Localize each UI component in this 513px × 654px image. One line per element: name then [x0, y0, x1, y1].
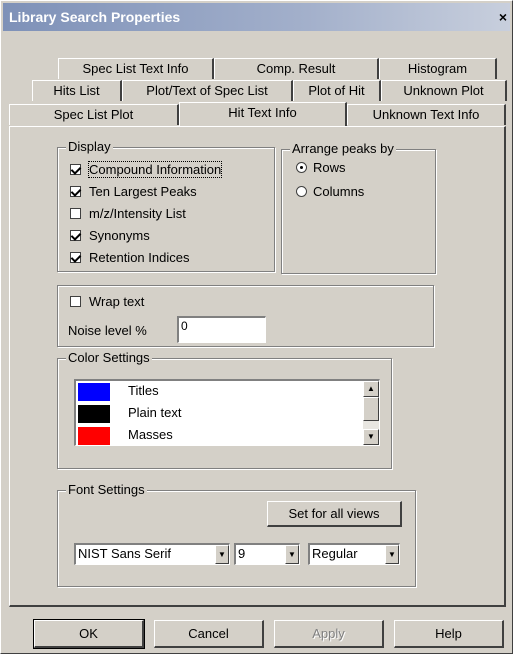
synonyms-checkbox[interactable]: Synonyms — [70, 228, 150, 246]
color-list-item-masses[interactable]: Masses — [76, 425, 379, 447]
font-style-value: Regular — [312, 546, 358, 561]
mz-intensity-list-checkbox[interactable]: m/z/Intensity List — [70, 206, 186, 224]
title-bar[interactable]: Library Search Properties × — [3, 3, 510, 31]
tab-unknown-text-info[interactable]: Unknown Text Info — [347, 104, 506, 125]
window-title: Library Search Properties — [9, 9, 181, 25]
tab-row-1: Spec List Text Info Comp. Result Histogr… — [1, 58, 513, 79]
chevron-down-icon[interactable]: ▼ — [215, 545, 229, 564]
tab-unknown-plot[interactable]: Unknown Plot — [381, 80, 507, 101]
tab-histogram[interactable]: Histogram — [379, 58, 497, 79]
color-item-label: Masses — [128, 427, 173, 442]
color-item-label: Plain text — [128, 405, 182, 420]
scroll-down-icon[interactable]: ▼ — [363, 429, 379, 445]
radio-label: Rows — [313, 160, 346, 175]
tab-plot-text-of-spec-list[interactable]: Plot/Text of Spec List — [122, 80, 293, 101]
checkbox-box[interactable] — [70, 230, 81, 241]
color-list-scrollbar[interactable]: ▲ ▼ — [363, 381, 379, 445]
set-for-all-views-button[interactable]: Set for all views — [267, 501, 402, 527]
tab-row-3: Spec List Plot Hit Text Info Unknown Tex… — [1, 102, 513, 126]
color-settings-group-label: Color Settings — [66, 350, 152, 365]
radio-circle[interactable] — [296, 186, 307, 197]
radio-label: Columns — [313, 184, 365, 199]
color-swatch — [78, 405, 110, 423]
tab-comp-result[interactable]: Comp. Result — [214, 58, 379, 79]
text-options-group: Wrap text Noise level % 0 — [57, 285, 434, 347]
color-swatch — [78, 427, 110, 445]
tab-hits-list[interactable]: Hits List — [32, 80, 122, 101]
chevron-down-icon[interactable]: ▼ — [285, 545, 299, 564]
font-size-select[interactable]: 9 ▼ — [234, 543, 300, 565]
wrap-text-checkbox[interactable]: Wrap text — [70, 294, 144, 312]
checkbox-label: Retention Indices — [89, 250, 190, 265]
checkbox-box[interactable] — [70, 186, 81, 197]
apply-button[interactable]: Apply — [274, 620, 384, 648]
button-label: OK — [79, 626, 98, 641]
help-button[interactable]: Help — [394, 620, 504, 648]
retention-indices-checkbox[interactable]: Retention Indices — [70, 250, 189, 268]
checkbox-label: Wrap text — [89, 294, 145, 309]
checkbox-label: Compound Information — [87, 161, 223, 178]
tab-hit-text-info[interactable]: Hit Text Info — [179, 102, 347, 126]
checkbox-box[interactable] — [70, 208, 81, 219]
font-settings-group: Font Settings Set for all views NIST San… — [57, 482, 416, 587]
font-name-select[interactable]: NIST Sans Serif ▼ — [74, 543, 230, 565]
scroll-up-icon[interactable]: ▲ — [363, 381, 379, 397]
rows-radio[interactable]: Rows — [296, 160, 346, 178]
font-name-value: NIST Sans Serif — [78, 546, 171, 561]
button-label: Cancel — [188, 626, 229, 641]
arrange-peaks-group: Arrange peaks by Rows Columns — [281, 141, 436, 274]
button-label: Help — [435, 626, 462, 641]
color-swatch — [78, 383, 110, 401]
tab-panel: Display Compound Information Ten Largest… — [9, 126, 506, 607]
compound-information-checkbox[interactable]: Compound Information — [70, 161, 223, 180]
display-group: Display Compound Information Ten Largest… — [57, 139, 275, 272]
noise-level-input[interactable]: 0 — [177, 316, 266, 343]
noise-level-label: Noise level % — [68, 323, 147, 338]
cancel-button[interactable]: Cancel — [154, 620, 264, 648]
checkbox-label: m/z/Intensity List — [89, 206, 186, 221]
button-label: Apply — [312, 626, 345, 641]
color-list[interactable]: Titles Plain text Masses ▲ ▼ — [74, 379, 380, 446]
tab-plot-of-hit[interactable]: Plot of Hit — [293, 80, 381, 101]
tab-spec-list-plot[interactable]: Spec List Plot — [9, 104, 179, 125]
font-style-select[interactable]: Regular ▼ — [308, 543, 400, 565]
library-search-properties-dialog: Library Search Properties × Spec List Te… — [0, 0, 513, 654]
font-size-value: 9 — [238, 546, 246, 561]
button-label: Set for all views — [288, 506, 380, 521]
tab-spec-list-text-info[interactable]: Spec List Text Info — [58, 58, 214, 79]
arrange-peaks-group-label: Arrange peaks by — [290, 141, 396, 156]
font-settings-group-label: Font Settings — [66, 482, 147, 497]
color-list-item-plain-text[interactable]: Plain text — [76, 403, 379, 425]
color-settings-group: Color Settings Titles Plain text Masses … — [57, 350, 392, 469]
scroll-thumb[interactable] — [363, 397, 379, 421]
checkbox-label: Ten Largest Peaks — [89, 184, 197, 199]
color-list-item-titles[interactable]: Titles — [76, 381, 379, 403]
chevron-down-icon[interactable]: ▼ — [385, 545, 399, 564]
ok-button[interactable]: OK — [33, 619, 145, 649]
color-item-label: Titles — [128, 383, 159, 398]
checkbox-box[interactable] — [70, 296, 81, 307]
checkbox-label: Synonyms — [89, 228, 150, 243]
columns-radio[interactable]: Columns — [296, 184, 364, 202]
checkbox-box[interactable] — [70, 164, 81, 175]
ten-largest-peaks-checkbox[interactable]: Ten Largest Peaks — [70, 184, 197, 202]
checkbox-box[interactable] — [70, 252, 81, 263]
tab-row-2: Hits List Plot/Text of Spec List Plot of… — [1, 80, 513, 101]
display-group-label: Display — [66, 139, 113, 154]
close-icon[interactable]: × — [496, 9, 510, 25]
radio-circle[interactable] — [296, 162, 307, 173]
